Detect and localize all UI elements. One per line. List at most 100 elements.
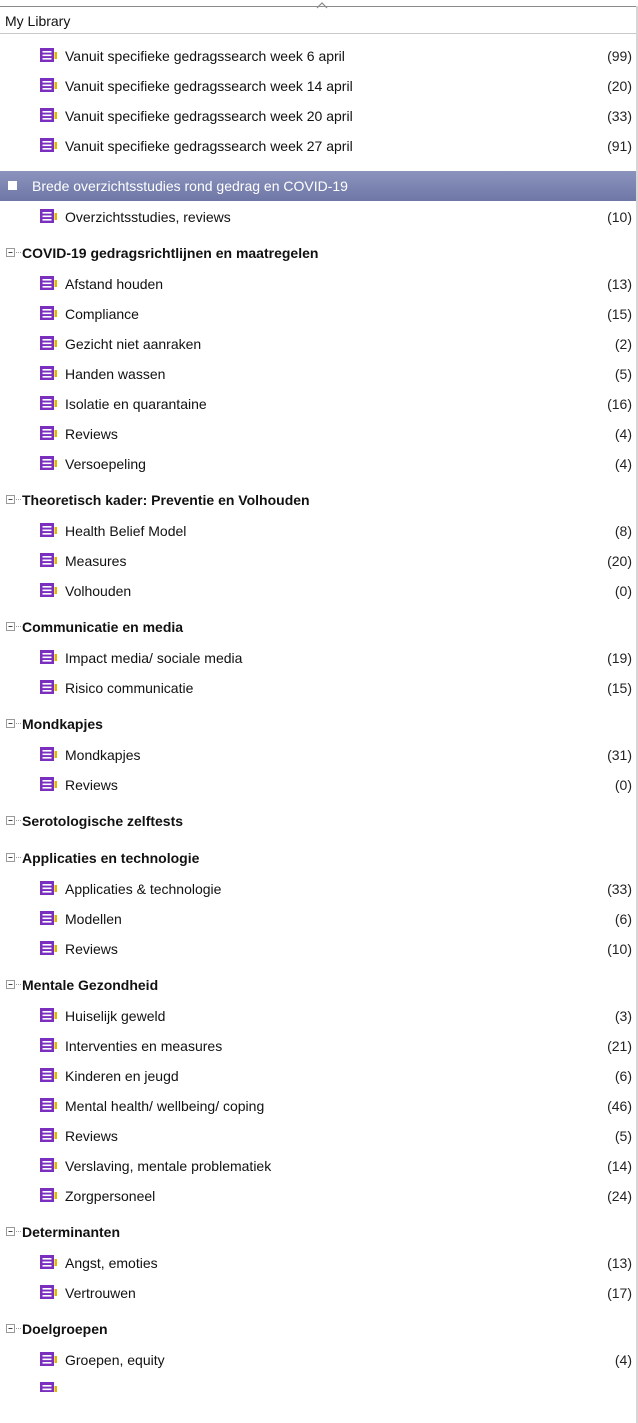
group-item[interactable]: Applicaties & technologie (33) — [0, 873, 636, 903]
collapse-tree-icon[interactable] — [6, 1227, 22, 1237]
group-list-icon — [40, 747, 57, 761]
group-item-label: Reviews — [65, 426, 118, 442]
group-item-count: (2) — [614, 336, 632, 352]
group-item-label: Measures — [65, 553, 127, 569]
group-item-count: (0) — [614, 777, 632, 793]
group-item[interactable]: Vanuit specifieke gedragssearch week 14 … — [0, 70, 636, 100]
group-item-label: Reviews — [65, 777, 118, 793]
group-list-icon — [40, 881, 57, 895]
group-item[interactable]: Volhouden (0) — [0, 575, 636, 605]
group-item-label: Reviews — [65, 1128, 118, 1144]
group-item[interactable]: Versoepeling (4) — [0, 448, 636, 478]
group-set-label: Theoretisch kader: Preventie en Volhoude… — [22, 492, 310, 508]
group-list-icon — [40, 1382, 57, 1392]
group-item[interactable]: Reviews (5) — [0, 1120, 636, 1150]
group-set-header[interactable]: Communicatie en media — [0, 612, 636, 642]
group-item-label: Angst, emoties — [65, 1255, 158, 1271]
group-item[interactable]: Zorgpersoneel (24) — [0, 1180, 636, 1210]
group-item-label: Volhouden — [65, 583, 132, 599]
group-list-icon — [40, 138, 57, 152]
group-item[interactable]: Compliance (15) — [0, 298, 636, 328]
group-item[interactable]: Mondkapjes (31) — [0, 739, 636, 769]
group-item-label: Interventies en measures — [65, 1038, 223, 1054]
group-item[interactable]: Mental health/ wellbeing/ coping (46) — [0, 1090, 636, 1120]
group-item[interactable]: Gezicht niet aanraken (2) — [0, 328, 636, 358]
collapse-tree-icon[interactable] — [6, 495, 22, 505]
group-item[interactable]: Impact media/ sociale media (19) — [0, 642, 636, 672]
group-set-header[interactable]: Theoretisch kader: Preventie en Volhoude… — [0, 485, 636, 515]
group-item[interactable]: Handen wassen (5) — [0, 358, 636, 388]
group-set-header[interactable]: Brede overzichtsstudies rond gedrag en C… — [0, 171, 636, 201]
group-item[interactable]: Reviews (4) — [0, 418, 636, 448]
group-list-icon — [40, 1128, 57, 1142]
group-list-icon — [40, 1352, 57, 1366]
chevron-up-icon[interactable] — [316, 1, 328, 9]
group-item[interactable]: Kinderen en jeugd (6) — [0, 1060, 636, 1090]
group-list-icon — [40, 553, 57, 567]
group-set-label: Doelgroepen — [22, 1321, 108, 1337]
group-set-header[interactable]: Determinanten — [0, 1217, 636, 1247]
group-set-header[interactable]: COVID-19 gedragsrichtlijnen en maatregel… — [0, 238, 636, 268]
group-item[interactable]: Groepen, equity (4) — [0, 1344, 636, 1374]
group-item[interactable]: Isolatie en quarantaine (16) — [0, 388, 636, 418]
group-list-icon — [40, 209, 57, 223]
group-item[interactable]: Measures (20) — [0, 545, 636, 575]
group-item-count: (5) — [614, 1128, 632, 1144]
group-list-icon — [40, 1068, 57, 1082]
collapse-tree-icon[interactable] — [6, 622, 22, 632]
group-list-icon — [40, 941, 57, 955]
group-item-partial[interactable] — [0, 1374, 636, 1392]
collapse-tree-icon[interactable] — [6, 816, 22, 826]
group-item[interactable]: Huiselijk geweld (3) — [0, 1000, 636, 1030]
group-set-header[interactable]: Mentale Gezondheid — [0, 970, 636, 1000]
group-item[interactable]: Angst, emoties (13) — [0, 1247, 636, 1277]
group-list-icon — [40, 48, 57, 62]
group-list-icon — [40, 911, 57, 925]
group-set-header[interactable]: Applicaties en technologie — [0, 843, 636, 873]
group-item-label: Vanuit specifieke gedragssearch week 20 … — [65, 108, 353, 124]
group-item[interactable]: Vertrouwen (17) — [0, 1277, 636, 1307]
group-item[interactable]: Interventies en measures (21) — [0, 1030, 636, 1060]
group-item-count: (10) — [607, 941, 632, 957]
group-item-count: (20) — [607, 553, 632, 569]
group-set-label: Mentale Gezondheid — [22, 977, 159, 993]
collapse-tree-icon[interactable] — [6, 1324, 22, 1334]
library-header[interactable]: My Library — [0, 2, 636, 34]
group-list-icon — [40, 306, 57, 320]
group-item-count: (13) — [607, 276, 632, 292]
group-item-count: (33) — [607, 881, 632, 897]
collapse-tree-icon[interactable] — [6, 248, 22, 258]
collapse-tree-icon[interactable] — [8, 181, 17, 190]
group-list-icon — [40, 78, 57, 92]
group-item[interactable]: Reviews (0) — [0, 769, 636, 799]
group-list-icon — [40, 777, 57, 791]
group-item[interactable]: Health Belief Model (8) — [0, 515, 636, 545]
group-item-count: (16) — [607, 396, 632, 412]
collapse-tree-icon[interactable] — [6, 719, 22, 729]
group-set-header[interactable]: Mondkapjes — [0, 709, 636, 739]
group-item[interactable]: Vanuit specifieke gedragssearch week 20 … — [0, 100, 636, 130]
group-item-label: Modellen — [65, 911, 122, 927]
group-item[interactable]: Reviews (10) — [0, 933, 636, 963]
group-list-icon — [40, 1255, 57, 1269]
group-set-header[interactable]: Doelgroepen — [0, 1314, 636, 1344]
group-item[interactable]: Vanuit specifieke gedragssearch week 6 a… — [0, 40, 636, 70]
group-item[interactable]: Overzichtsstudies, reviews (10) — [0, 201, 636, 231]
group-item[interactable]: Risico communicatie (15) — [0, 672, 636, 702]
group-list-icon — [40, 426, 57, 440]
collapse-tree-icon[interactable] — [6, 980, 22, 990]
collapse-tree-icon[interactable] — [6, 853, 22, 863]
group-set-label: Brede overzichtsstudies rond gedrag en C… — [32, 178, 348, 194]
group-item-count: (3) — [614, 1008, 632, 1024]
group-item-label: Groepen, equity — [65, 1352, 165, 1368]
group-item[interactable]: Afstand houden (13) — [0, 268, 636, 298]
group-item[interactable]: Modellen (6) — [0, 903, 636, 933]
group-set-header[interactable]: Serotologische zelftests — [0, 806, 636, 836]
group-item-label: Afstand houden — [65, 276, 164, 292]
group-item[interactable]: Vanuit specifieke gedragssearch week 27 … — [0, 130, 636, 160]
group-item[interactable]: Verslaving, mentale problematiek (14) — [0, 1150, 636, 1180]
